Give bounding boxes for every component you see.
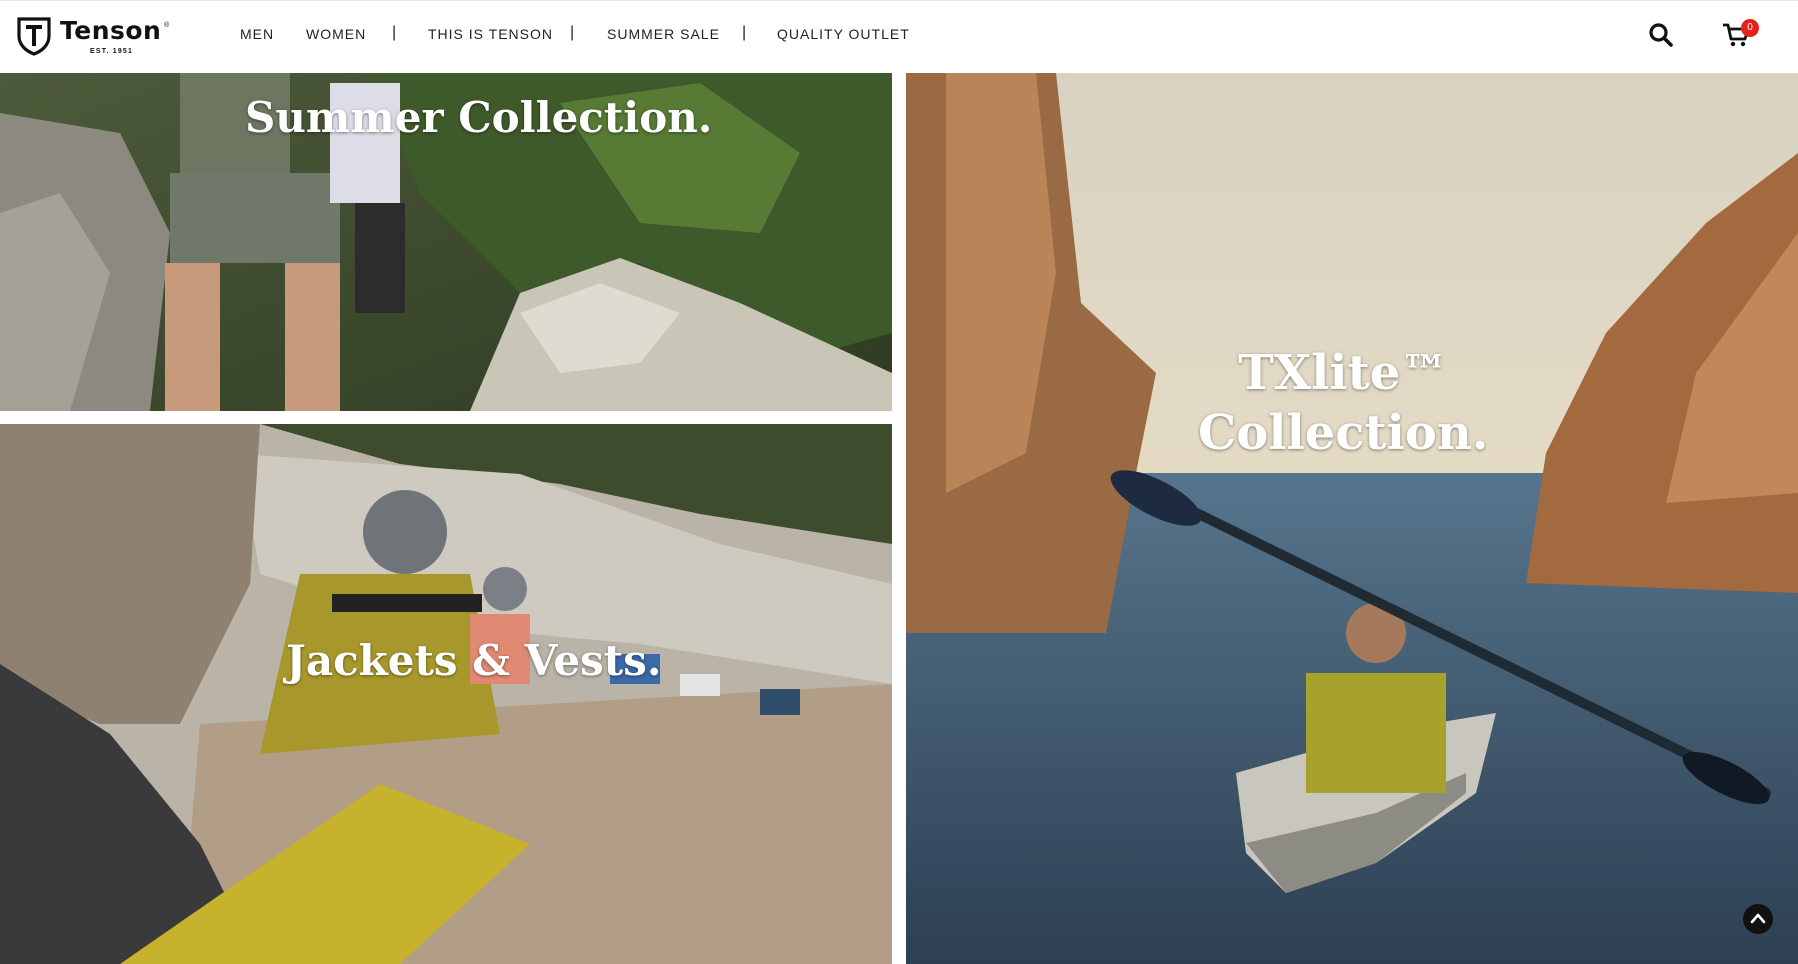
cart-count-badge: 0	[1741, 19, 1759, 37]
site-header: Tenson ® EST. 1951 MEN WOMEN | THIS IS T…	[0, 0, 1798, 72]
tenson-shield-icon	[17, 17, 51, 56]
climbing-image	[0, 424, 892, 964]
nav-separator: |	[392, 24, 397, 41]
tile-title-jackets: Jackets & Vests.	[286, 636, 662, 685]
logo-established: EST. 1951	[90, 48, 134, 55]
nav-separator: |	[570, 24, 575, 41]
nav-men[interactable]: MEN	[240, 26, 274, 42]
chevron-up-icon	[1750, 913, 1766, 924]
scroll-to-top-button[interactable]	[1743, 904, 1773, 934]
tile-title-txlite-line2: Collection.	[1198, 405, 1489, 461]
tile-summer-collection[interactable]: Summer Collection.	[0, 73, 892, 411]
nav-quality-outlet[interactable]: QUALITY OUTLET	[777, 26, 910, 42]
tenson-logo[interactable]: Tenson ® EST. 1951	[16, 16, 176, 58]
search-icon[interactable]	[1648, 22, 1674, 48]
tile-title-txlite: TXlite™ Collection.	[1198, 343, 1488, 463]
tile-txlite-collection[interactable]: TXlite™ Collection.	[906, 73, 1798, 964]
tile-title-txlite-line1: TXlite™	[1238, 345, 1449, 401]
tile-title-summer: Summer Collection.	[245, 93, 713, 142]
nav-summer-sale[interactable]: SUMMER SALE	[607, 26, 720, 42]
top-border	[0, 0, 1798, 1]
logo-registered-mark: ®	[164, 22, 170, 29]
kayak-image	[906, 73, 1798, 964]
logo-wordmark: Tenson	[60, 16, 162, 45]
nav-separator: |	[742, 24, 747, 41]
nav-this-is-tenson[interactable]: THIS IS TENSON	[428, 26, 553, 42]
tile-jackets-vests[interactable]: Jackets & Vests.	[0, 424, 892, 964]
nav-women[interactable]: WOMEN	[306, 26, 366, 42]
